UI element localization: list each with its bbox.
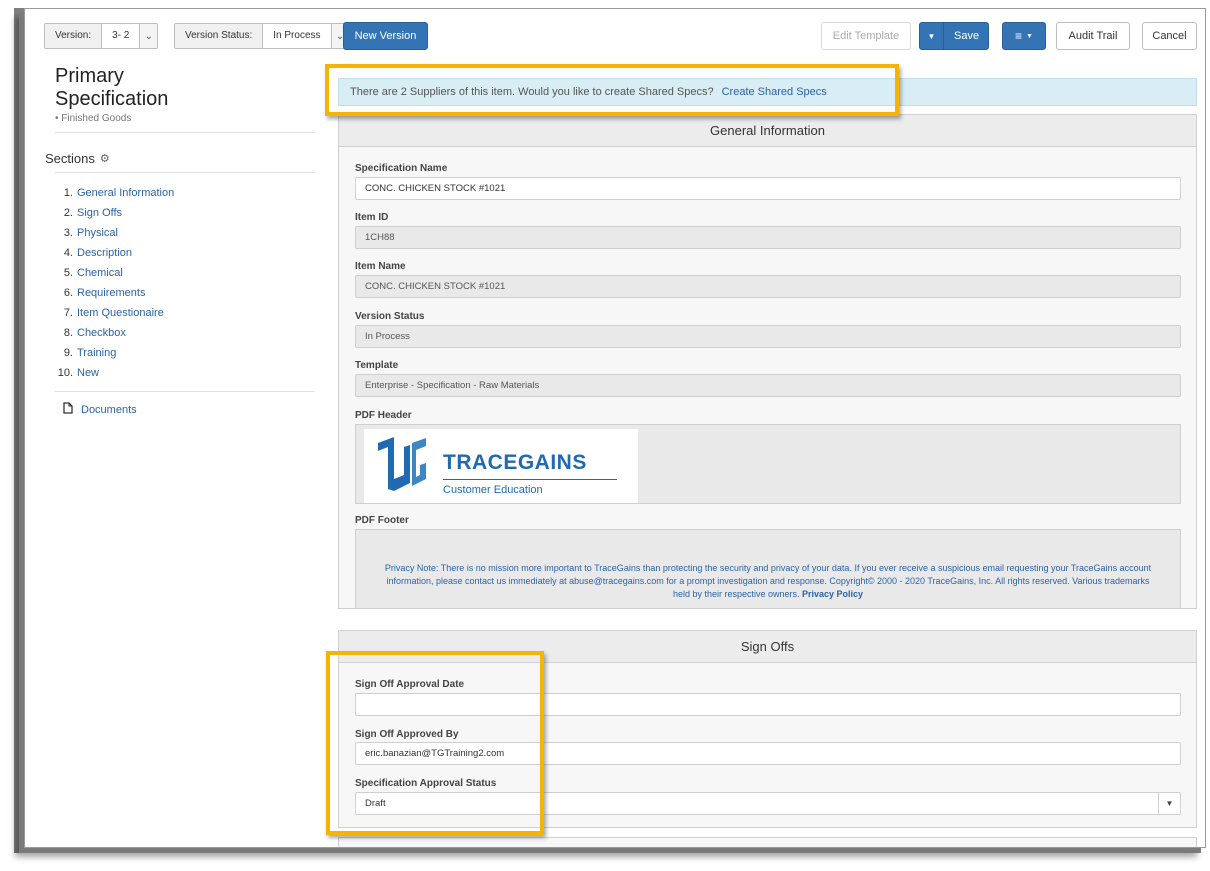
sidebar-item-label[interactable]: Sign Offs bbox=[77, 203, 122, 223]
caret-down-icon[interactable]: ▼ bbox=[920, 23, 944, 49]
logo-subtext: Customer Education bbox=[443, 484, 543, 496]
version-status-label: Version Status: bbox=[175, 24, 264, 48]
pdf-header-image-box[interactable]: TRACEGAINS Customer Education bbox=[355, 424, 1181, 504]
sidebar-item-label[interactable]: General Information bbox=[77, 183, 174, 203]
item-number: 3. bbox=[63, 227, 73, 239]
sidebar-item-item-questionaire[interactable]: 7. Item Questionaire bbox=[45, 303, 315, 323]
chevron-down-icon[interactable]: ⌄ bbox=[139, 24, 158, 48]
audit-trail-button[interactable]: Audit Trail bbox=[1056, 22, 1130, 50]
item-number: 2. bbox=[63, 207, 73, 219]
document-icon bbox=[63, 402, 73, 417]
logo-underline bbox=[443, 479, 617, 480]
sidebar-item-label[interactable]: Description bbox=[77, 243, 132, 263]
sidebar-item-label[interactable]: New bbox=[77, 363, 99, 383]
pdf-footer-box[interactable]: Privacy Note: There is no mission more i… bbox=[355, 529, 1181, 609]
item-name-field: CONC. CHICKEN STOCK #1021 bbox=[355, 275, 1181, 298]
documents-label[interactable]: Documents bbox=[81, 404, 137, 416]
save-button-group[interactable]: ▼ Save bbox=[919, 22, 989, 50]
hamburger-icon: ≡ bbox=[1015, 29, 1023, 43]
item-number: 8. bbox=[63, 327, 73, 339]
version-select[interactable]: Version: 3- 2 ⌄ bbox=[44, 23, 159, 49]
sidebar: Primary Specification • Finished Goods S… bbox=[45, 65, 315, 417]
pdf-footer-label: PDF Footer bbox=[355, 515, 409, 526]
sidebar-item-label[interactable]: Requirements bbox=[77, 283, 145, 303]
page-title: Primary Specification bbox=[45, 65, 315, 111]
sidebar-item-new[interactable]: 10. New bbox=[45, 363, 315, 383]
item-id-field: 1CH88 bbox=[355, 226, 1181, 249]
item-number: 6. bbox=[63, 287, 73, 299]
spec-name-label: Specification Name bbox=[355, 163, 448, 174]
sidebar-item-physical[interactable]: 3. Physical bbox=[45, 223, 315, 243]
highlight-box-signoffs bbox=[326, 651, 544, 835]
save-button[interactable]: Save bbox=[944, 30, 979, 42]
sidebar-item-label[interactable]: Training bbox=[77, 343, 116, 363]
toolbar: Version: 3- 2 ⌄ Version Status: In Proce… bbox=[25, 9, 1205, 65]
sections-list: 1. General Information 2. Sign Offs 3. Phys… bbox=[45, 183, 315, 383]
sections-heading: Sections ⚙ bbox=[45, 151, 315, 166]
sections-heading-label: Sections bbox=[45, 151, 95, 166]
sidebar-item-chemical[interactable]: 5. Chemical bbox=[45, 263, 315, 283]
documents-link[interactable]: Documents bbox=[45, 402, 315, 417]
app-window: Version: 3- 2 ⌄ Version Status: In Proce… bbox=[24, 8, 1206, 848]
general-information-panel: General Information Specification Name C… bbox=[338, 114, 1197, 609]
spec-name-input[interactable]: CONC. CHICKEN STOCK #1021 bbox=[355, 177, 1181, 200]
edit-template-button[interactable]: Edit Template bbox=[821, 22, 911, 50]
tracegains-logo: TRACEGAINS Customer Education bbox=[364, 429, 638, 503]
version-status-value: In Process bbox=[263, 24, 331, 48]
title-line-1: Primary bbox=[55, 65, 124, 87]
caret-down-icon: ▼ bbox=[1026, 32, 1033, 40]
next-panel-edge bbox=[338, 837, 1197, 847]
template-label: Template bbox=[355, 360, 399, 371]
sidebar-item-sign-offs[interactable]: 2. Sign Offs bbox=[45, 203, 315, 223]
version-label: Version: bbox=[45, 24, 103, 48]
footer-text: Privacy Note: There is no mission more i… bbox=[384, 563, 1152, 599]
item-number: 7. bbox=[63, 307, 73, 319]
actions-menu-button[interactable]: ≡ ▼ bbox=[1002, 22, 1046, 50]
highlight-box-alert bbox=[325, 64, 899, 116]
privacy-policy-link[interactable]: Privacy Policy bbox=[802, 589, 863, 599]
divider bbox=[55, 132, 315, 133]
sidebar-item-requirements[interactable]: 6. Requirements bbox=[45, 283, 315, 303]
title-line-2: Specification bbox=[55, 88, 169, 110]
item-id-label: Item ID bbox=[355, 212, 389, 223]
pdf-header-label: PDF Header bbox=[355, 410, 412, 421]
version-status-select[interactable]: Version Status: In Process ⌄ bbox=[174, 23, 350, 49]
sidebar-item-description[interactable]: 4. Description bbox=[45, 243, 315, 263]
sidebar-item-label[interactable]: Checkbox bbox=[77, 323, 126, 343]
cancel-button[interactable]: Cancel bbox=[1142, 22, 1197, 50]
item-number: 5. bbox=[63, 267, 73, 279]
gear-icon[interactable]: ⚙ bbox=[100, 152, 110, 165]
sidebar-item-label[interactable]: Chemical bbox=[77, 263, 123, 283]
logo-text: TRACEGAINS bbox=[443, 451, 587, 474]
caret-down-icon[interactable]: ▼ bbox=[1158, 793, 1180, 814]
item-number: 9. bbox=[63, 347, 73, 359]
version-value: 3- 2 bbox=[102, 24, 140, 48]
frame-shadow bbox=[14, 8, 24, 853]
sidebar-item-general-information[interactable]: 1. General Information bbox=[45, 183, 315, 203]
template-field: Enterprise - Specification - Raw Materia… bbox=[355, 374, 1181, 397]
divider bbox=[55, 391, 315, 392]
sidebar-item-label[interactable]: Item Questionaire bbox=[77, 303, 164, 323]
version-status-field: In Process bbox=[355, 325, 1181, 348]
divider bbox=[55, 172, 315, 173]
item-number: 10. bbox=[57, 367, 73, 379]
sidebar-item-label[interactable]: Physical bbox=[77, 223, 118, 243]
version-status-field-label: Version Status bbox=[355, 311, 425, 322]
panel-heading: General Information bbox=[339, 115, 1196, 147]
item-number: 4. bbox=[63, 247, 73, 259]
spec-subtitle: • Finished Goods bbox=[55, 113, 132, 124]
sidebar-item-checkbox[interactable]: 8. Checkbox bbox=[45, 323, 315, 343]
sidebar-item-training[interactable]: 9. Training bbox=[45, 343, 315, 363]
item-name-label: Item Name bbox=[355, 261, 406, 272]
new-version-button[interactable]: New Version bbox=[343, 22, 428, 50]
item-number: 1. bbox=[63, 187, 73, 199]
